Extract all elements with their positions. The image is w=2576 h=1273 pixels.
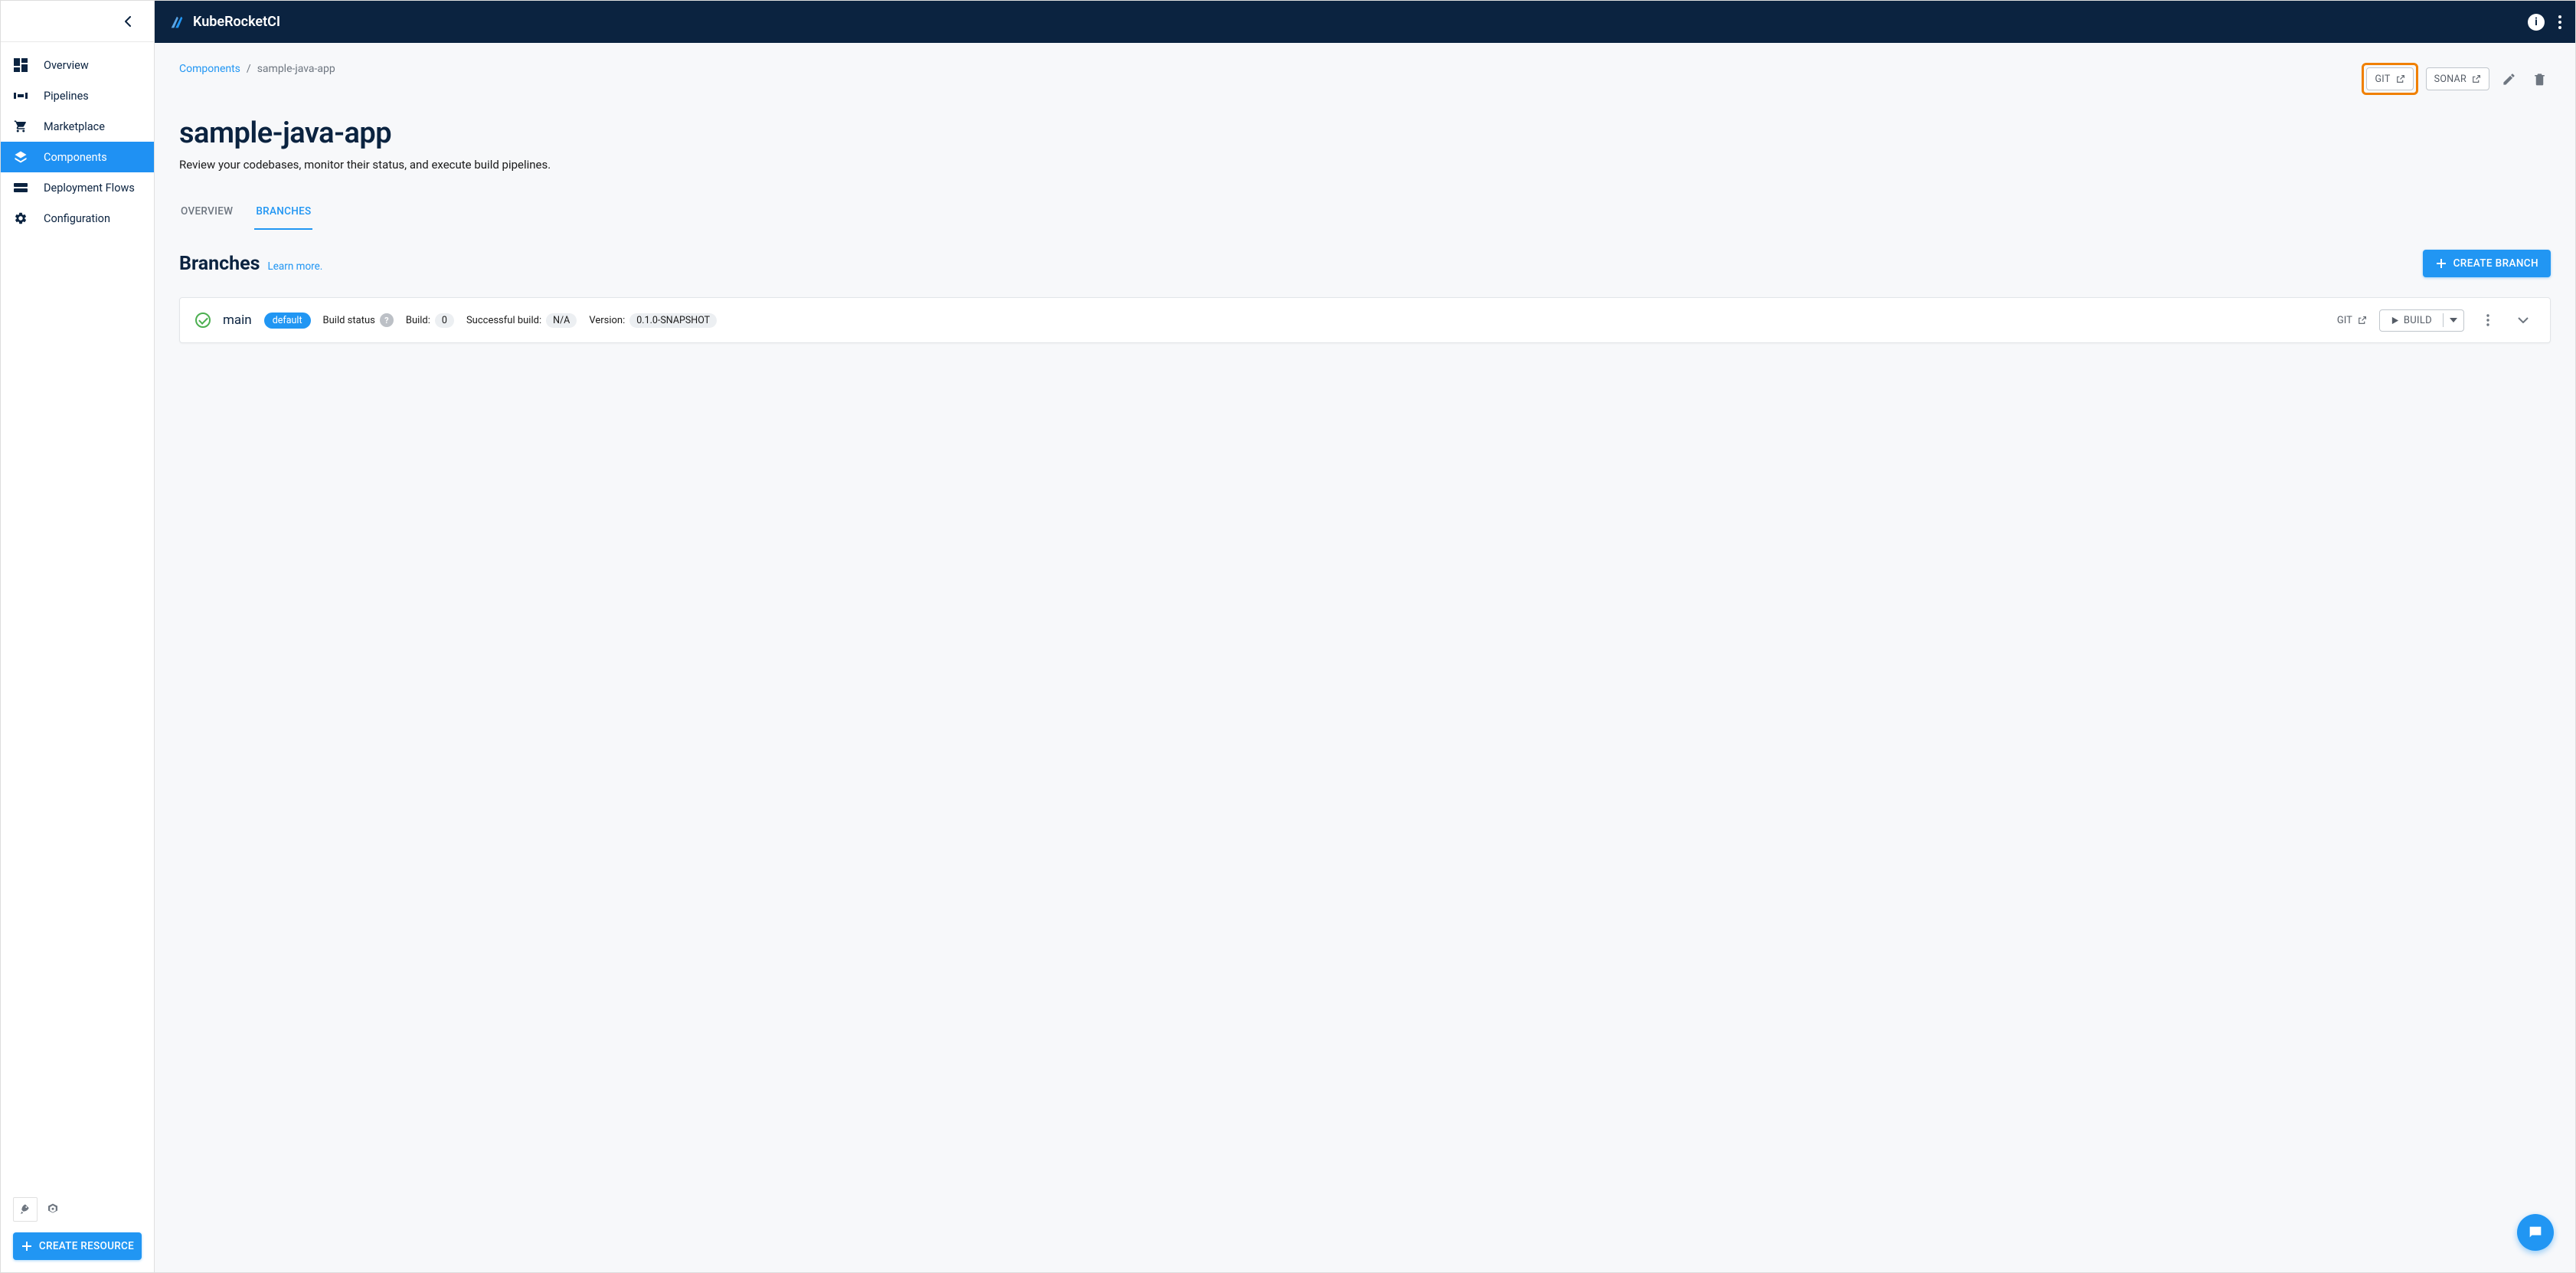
sidebar-collapse-button[interactable] bbox=[1, 1, 154, 42]
breadcrumb-current: sample-java-app bbox=[257, 63, 335, 75]
status-success-icon bbox=[195, 313, 211, 328]
sidebar-item-label: Deployment Flows bbox=[44, 182, 135, 195]
dashboard-icon bbox=[13, 57, 28, 73]
sidebar-item-label: Components bbox=[44, 151, 107, 164]
sidebar-item-deployment-flows[interactable]: Deployment Flows bbox=[1, 172, 154, 203]
play-icon bbox=[2391, 316, 2399, 325]
plus-icon bbox=[21, 1240, 33, 1252]
build-status: Build status ? bbox=[323, 313, 394, 327]
kubernetes-icon-button[interactable] bbox=[41, 1197, 65, 1222]
git-button[interactable]: GIT bbox=[2366, 67, 2413, 90]
edit-button[interactable] bbox=[2497, 67, 2520, 90]
sidebar-nav: Overview Pipelines Marketplace Component… bbox=[1, 42, 154, 1188]
brand-title: KubeRocketCI bbox=[193, 14, 280, 30]
branch-git-link[interactable]: GIT bbox=[2337, 315, 2367, 326]
chevron-down-icon bbox=[2450, 318, 2457, 322]
page-title: sample-java-app bbox=[179, 116, 2551, 150]
open-external-icon bbox=[2471, 74, 2481, 84]
sidebar-item-configuration[interactable]: Configuration bbox=[1, 203, 154, 234]
info-button[interactable]: i bbox=[2528, 14, 2545, 31]
branch-more-button[interactable] bbox=[2476, 309, 2499, 332]
branch-name: main bbox=[223, 313, 252, 328]
info-icon: i bbox=[2535, 16, 2538, 28]
rocket-icon-button[interactable] bbox=[13, 1197, 38, 1222]
cart-icon bbox=[13, 119, 28, 134]
branch-expand-button[interactable] bbox=[2512, 309, 2535, 332]
create-branch-button[interactable]: CREATE BRANCH bbox=[2423, 250, 2551, 277]
layers-icon bbox=[13, 149, 28, 165]
default-badge: default bbox=[264, 313, 311, 329]
git-highlight-border: GIT bbox=[2362, 63, 2417, 95]
trash-icon bbox=[2532, 72, 2547, 87]
more-vert-button[interactable] bbox=[2558, 15, 2561, 29]
sidebar-item-label: Pipelines bbox=[44, 90, 89, 103]
pipeline-icon bbox=[13, 88, 28, 103]
chat-fab[interactable] bbox=[2517, 1214, 2554, 1251]
sidebar-item-label: Marketplace bbox=[44, 120, 105, 133]
sonar-button[interactable]: SONAR bbox=[2426, 67, 2489, 90]
breadcrumb: Components / sample-java-app bbox=[179, 63, 335, 75]
breadcrumb-root[interactable]: Components bbox=[179, 63, 240, 75]
flow-icon bbox=[13, 180, 28, 195]
create-resource-label: CREATE RESOURCE bbox=[39, 1240, 134, 1252]
chat-icon bbox=[2527, 1224, 2544, 1241]
version: Version: 0.1.0-SNAPSHOT bbox=[589, 313, 717, 328]
topbar: KubeRocketCI i bbox=[155, 1, 2575, 43]
delete-button[interactable] bbox=[2528, 67, 2551, 90]
chevron-down-icon bbox=[2518, 317, 2529, 323]
build-count: Build: 0 bbox=[406, 313, 454, 328]
chevron-left-icon bbox=[125, 16, 131, 27]
sidebar-item-marketplace[interactable]: Marketplace bbox=[1, 111, 154, 142]
plus-icon bbox=[2435, 257, 2447, 270]
sidebar-item-label: Configuration bbox=[44, 212, 110, 225]
help-icon[interactable]: ? bbox=[380, 313, 394, 327]
page-subtitle: Review your codebases, monitor their sta… bbox=[179, 158, 2551, 172]
gear-icon bbox=[13, 211, 28, 226]
rocket-icon bbox=[19, 1203, 31, 1216]
build-button[interactable]: BUILD bbox=[2380, 310, 2443, 331]
tabs: OVERVIEW BRANCHES bbox=[179, 199, 2551, 230]
branch-row: main default Build status ? Build: 0 Suc… bbox=[179, 297, 2551, 343]
create-branch-label: CREATE BRANCH bbox=[2453, 257, 2538, 270]
tab-overview[interactable]: OVERVIEW bbox=[179, 199, 234, 230]
git-button-label: GIT bbox=[2375, 74, 2390, 85]
sidebar-item-label: Overview bbox=[44, 59, 89, 72]
sonar-button-label: SONAR bbox=[2434, 74, 2466, 85]
tab-branches[interactable]: BRANCHES bbox=[254, 199, 312, 230]
breadcrumb-separator: / bbox=[247, 63, 251, 75]
sidebar-item-pipelines[interactable]: Pipelines bbox=[1, 80, 154, 111]
open-external-icon bbox=[2357, 316, 2367, 326]
sidebar: Overview Pipelines Marketplace Component… bbox=[1, 1, 155, 1272]
learn-more-link[interactable]: Learn more. bbox=[267, 260, 322, 273]
pencil-icon bbox=[2502, 72, 2516, 87]
branches-title: Branches bbox=[179, 253, 260, 275]
create-resource-button[interactable]: CREATE RESOURCE bbox=[13, 1232, 142, 1260]
sidebar-item-overview[interactable]: Overview bbox=[1, 50, 154, 80]
sidebar-item-components[interactable]: Components bbox=[1, 142, 154, 172]
open-external-icon bbox=[2395, 74, 2405, 84]
build-dropdown[interactable] bbox=[2443, 313, 2463, 327]
build-button-group: BUILD bbox=[2379, 309, 2464, 332]
successful-build: Successful build: N/A bbox=[466, 313, 577, 328]
brand-icon bbox=[168, 14, 185, 31]
kubernetes-icon bbox=[46, 1203, 60, 1216]
more-vert-icon bbox=[2486, 314, 2489, 326]
sidebar-footer: CREATE RESOURCE bbox=[1, 1188, 154, 1272]
top-actions: GIT SONAR bbox=[2362, 63, 2551, 95]
